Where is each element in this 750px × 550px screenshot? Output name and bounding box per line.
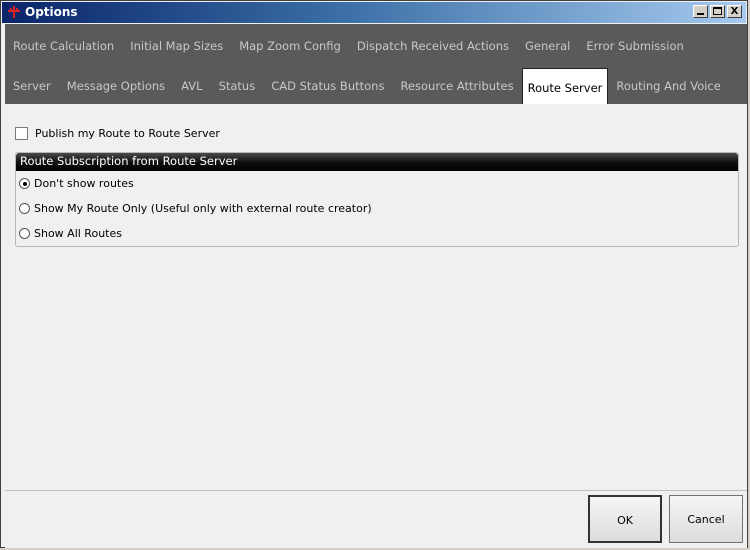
minimize-button[interactable] (693, 5, 708, 18)
radio-label: Don't show routes (34, 177, 134, 190)
route-subscription-header: Route Subscription from Route Server (16, 153, 738, 171)
tab-avl[interactable]: AVL (173, 71, 210, 101)
tab-message-options[interactable]: Message Options (59, 71, 173, 101)
options-window: Options X Route Calculation Initial Map … (0, 0, 748, 548)
tab-route-calculation[interactable]: Route Calculation (5, 31, 122, 61)
tab-map-zoom-config[interactable]: Map Zoom Config (231, 31, 349, 61)
radio-button[interactable] (19, 203, 30, 214)
window-controls: X (691, 5, 742, 18)
tab-resource-attributes[interactable]: Resource Attributes (392, 71, 521, 101)
cancel-button[interactable]: Cancel (669, 495, 743, 543)
dialog-footer: OK Cancel (5, 490, 747, 548)
tab-row-2: Server Message Options AVL Status CAD St… (5, 66, 729, 107)
tab-routing-and-voice[interactable]: Routing And Voice (608, 71, 728, 101)
ok-button[interactable]: OK (588, 495, 662, 543)
tab-initial-map-sizes[interactable]: Initial Map Sizes (122, 31, 231, 61)
route-server-panel: Publish my Route to Route Server Route S… (5, 104, 747, 490)
tab-strip: Route Calculation Initial Map Sizes Map … (5, 24, 747, 107)
tab-dispatch-received-actions[interactable]: Dispatch Received Actions (349, 31, 517, 61)
title-bar[interactable]: Options X (2, 2, 746, 23)
tab-general[interactable]: General (517, 31, 578, 61)
route-subscription-group: Route Subscription from Route Server Don… (15, 152, 739, 247)
app-icon (8, 6, 20, 18)
maximize-icon (713, 7, 722, 15)
radio-show-my-route-only[interactable]: Show My Route Only (Useful only with ext… (19, 202, 372, 215)
close-button[interactable]: X (727, 5, 742, 18)
radio-label: Show All Routes (34, 227, 122, 240)
publish-route-option[interactable]: Publish my Route to Route Server (15, 127, 220, 140)
radio-button-selected[interactable] (19, 178, 30, 189)
radio-label: Show My Route Only (Useful only with ext… (34, 202, 372, 215)
maximize-button[interactable] (710, 5, 725, 18)
tab-cad-status-buttons[interactable]: CAD Status Buttons (263, 71, 392, 101)
tab-route-server[interactable]: Route Server (521, 67, 609, 107)
tab-server[interactable]: Server (5, 71, 59, 101)
publish-route-label: Publish my Route to Route Server (35, 127, 220, 140)
radio-show-all-routes[interactable]: Show All Routes (19, 227, 122, 240)
radio-dont-show-routes[interactable]: Don't show routes (19, 177, 134, 190)
publish-route-checkbox[interactable] (15, 127, 28, 140)
tab-status[interactable]: Status (211, 71, 264, 101)
window-title: Options (25, 5, 78, 19)
minimize-icon (697, 13, 704, 15)
close-icon: X (730, 6, 739, 17)
tab-error-submission[interactable]: Error Submission (578, 31, 691, 61)
tab-row-1: Route Calculation Initial Map Sizes Map … (5, 26, 692, 66)
radio-button[interactable] (19, 228, 30, 239)
